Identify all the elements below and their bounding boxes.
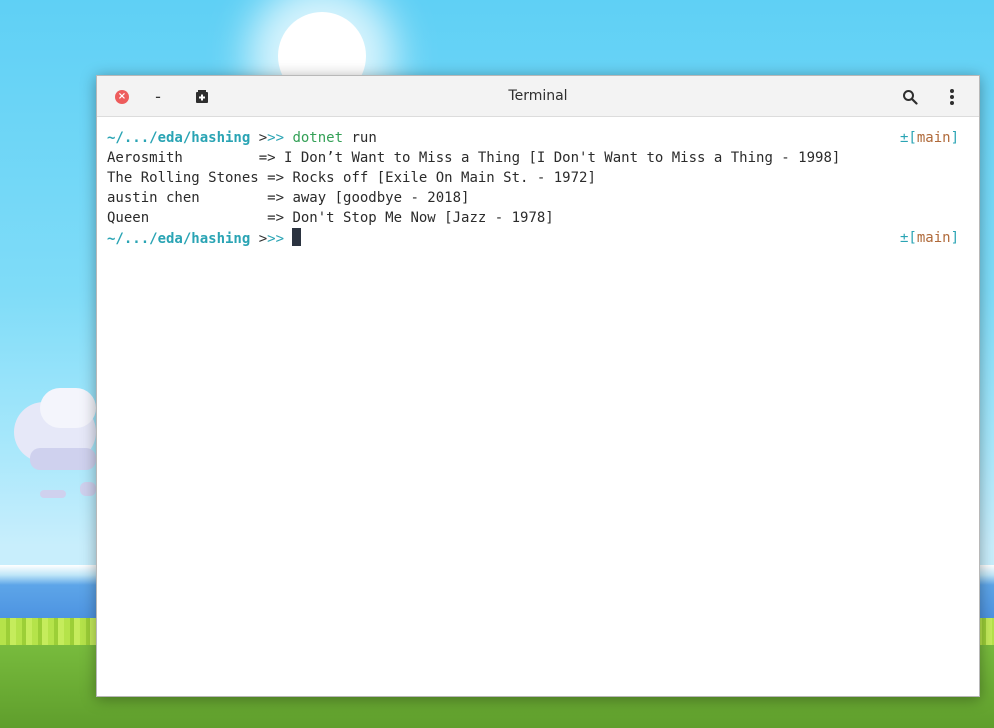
song-info: I Don’t Want to Miss a Thing [I Don't Wa…	[284, 150, 841, 166]
minimize-button[interactable]: -	[145, 84, 171, 110]
minimize-icon: -	[155, 87, 161, 106]
song-info: Rocks off [Exile On Main St. - 1972]	[292, 170, 596, 186]
title-bar[interactable]: × - Terminal	[97, 76, 979, 117]
prompt-line: ~/.../eda/hashing >>> ±[main]	[107, 228, 959, 248]
window-title: Terminal	[508, 88, 568, 104]
output-line: Aerosmith => I Don’t Want to Miss a Thin…	[107, 150, 841, 166]
output-line: The Rolling Stones => Rocks off [Exile O…	[107, 170, 596, 186]
search-icon	[903, 90, 918, 105]
close-button[interactable]: ×	[109, 84, 135, 110]
artist-name: Queen	[107, 210, 259, 226]
prompt-arrows: >>	[267, 130, 293, 146]
terminal-output[interactable]: ~/.../eda/hashing >>> dotnet run ±[main] …	[97, 117, 979, 696]
song-info: Don't Stop Me Now [Jazz - 1978]	[292, 210, 554, 226]
menu-button[interactable]	[939, 84, 965, 110]
close-icon: ×	[115, 90, 129, 104]
search-button[interactable]	[897, 84, 923, 110]
artist-name: The Rolling Stones	[107, 170, 259, 186]
artist-name: austin chen	[107, 190, 259, 206]
artist-name: Aerosmith	[107, 150, 259, 166]
prompt-symbol: >	[250, 130, 268, 146]
kebab-menu-icon	[950, 89, 954, 105]
command-args: run	[343, 130, 377, 146]
prompt-line: ~/.../eda/hashing >>> dotnet run ±[main]	[107, 128, 959, 148]
new-tab-button[interactable]	[189, 84, 215, 110]
song-info: away [goodbye - 2018]	[292, 190, 470, 206]
command-name: dotnet	[292, 130, 344, 146]
git-branch-indicator: ±[main]	[899, 130, 959, 146]
git-branch-indicator: ±[main]	[899, 230, 959, 246]
text-cursor	[292, 228, 302, 246]
new-tab-icon	[196, 90, 208, 103]
terminal-window: × - Terminal ~/.../eda/hashing >>> dotne…	[96, 75, 980, 697]
output-line: Queen => Don't Stop Me Now [Jazz - 1978]	[107, 210, 554, 226]
prompt-path: ~/.../eda/hashing	[107, 130, 251, 146]
prompt-path: ~/.../eda/hashing	[107, 231, 251, 247]
prompt-arrows: >>	[267, 231, 293, 247]
output-line: austin chen => away [goodbye - 2018]	[107, 190, 470, 206]
prompt-symbol: >	[250, 231, 268, 247]
